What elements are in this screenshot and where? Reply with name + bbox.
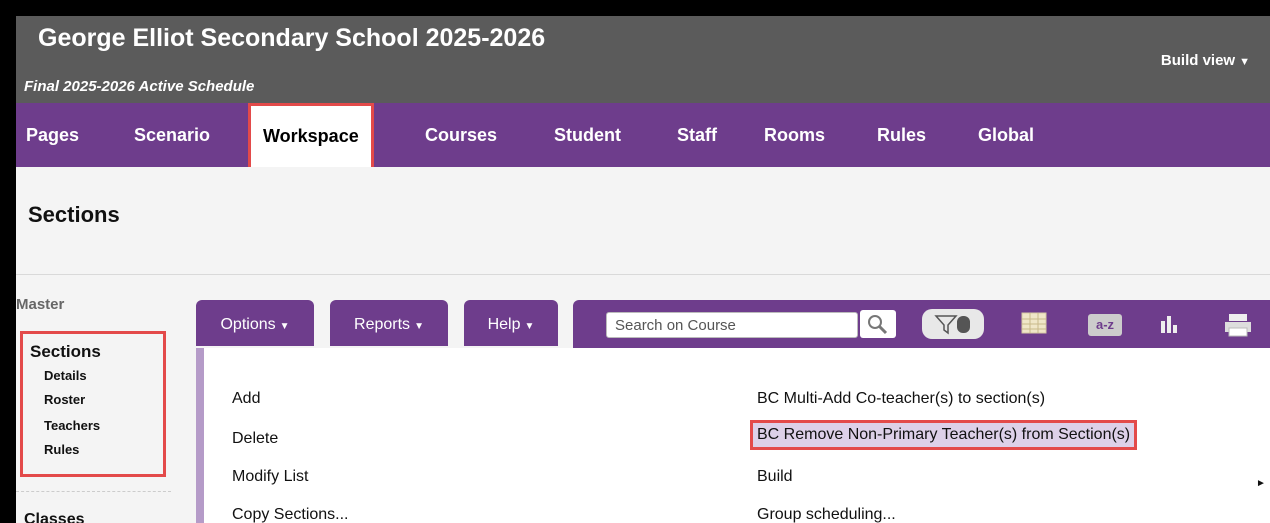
- menu-item-copy-sections[interactable]: Copy Sections...: [232, 506, 349, 523]
- print-icon[interactable]: [1223, 313, 1253, 342]
- sidebar-sections-group: Sections Details Roster Teachers Rules: [20, 331, 166, 477]
- sidebar-item-teachers[interactable]: Teachers: [44, 418, 100, 433]
- app-frame: George Elliot Secondary School 2025-2026…: [16, 16, 1270, 523]
- nav-workspace[interactable]: Workspace: [248, 103, 374, 173]
- main-nav: Pages Scenario Workspace Courses Student…: [16, 103, 1270, 173]
- sidebar-master-label: Master: [16, 296, 65, 313]
- menu-accent-bar: [196, 348, 204, 523]
- schedule-subtitle: Final 2025-2026 Active Schedule: [24, 78, 255, 95]
- menu-item-build[interactable]: Build: [757, 468, 793, 486]
- help-button[interactable]: Help ▼: [464, 300, 558, 346]
- nav-staff[interactable]: Staff: [677, 103, 717, 167]
- sidebar-item-details[interactable]: Details: [44, 368, 87, 383]
- menu-item-multi-add-coteacher[interactable]: BC Multi-Add Co-teacher(s) to section(s): [757, 390, 1045, 408]
- nav-scenario[interactable]: Scenario: [134, 103, 210, 167]
- menu-item-add[interactable]: Add: [232, 390, 260, 408]
- reports-button[interactable]: Reports ▼: [330, 300, 448, 346]
- submenu-arrow-icon: ►: [1256, 478, 1266, 489]
- nav-pages[interactable]: Pages: [26, 103, 79, 167]
- caret-down-icon: ▼: [524, 321, 535, 332]
- grid-view-icon[interactable]: [1021, 312, 1047, 339]
- search-input[interactable]: [606, 312, 858, 338]
- sidebar-sections-title[interactable]: Sections: [30, 342, 101, 362]
- sidebar-divider: [16, 491, 171, 492]
- menu-item-remove-non-primary-teacher[interactable]: BC Remove Non-Primary Teacher(s) from Se…: [750, 420, 1138, 450]
- caret-down-icon: ▼: [1239, 56, 1250, 68]
- nav-student[interactable]: Student: [554, 103, 621, 167]
- sidebar-item-rules[interactable]: Rules: [44, 442, 79, 457]
- search-button[interactable]: [860, 310, 896, 338]
- menu-item-delete[interactable]: Delete: [232, 430, 278, 448]
- page-header: Sections: [16, 167, 1270, 275]
- build-view-label: Build view: [1160, 52, 1236, 69]
- menu-item-group-scheduling[interactable]: Group scheduling...: [757, 506, 896, 523]
- nav-rules[interactable]: Rules: [877, 103, 926, 167]
- nav-courses[interactable]: Courses: [425, 103, 497, 167]
- app-header: George Elliot Secondary School 2025-2026…: [16, 16, 1270, 103]
- sidebar-item-roster[interactable]: Roster: [44, 392, 85, 407]
- toolbar-tools: a-z: [573, 300, 1270, 348]
- build-view-dropdown[interactable]: Build view ▼: [1161, 52, 1250, 69]
- page-title: Sections: [28, 202, 120, 227]
- help-label: Help: [487, 316, 521, 333]
- search-icon: [868, 315, 888, 335]
- menu-item-modify-list[interactable]: Modify List: [232, 468, 308, 486]
- sidebar-classes-title[interactable]: Classes: [24, 511, 85, 523]
- nav-global[interactable]: Global: [978, 103, 1034, 167]
- sort-az-icon[interactable]: a-z: [1088, 314, 1122, 336]
- caret-down-icon: ▼: [414, 321, 424, 332]
- filter-toggle[interactable]: [922, 309, 984, 339]
- filter-icon: [934, 315, 970, 335]
- options-button[interactable]: Options ▼: [196, 300, 314, 346]
- toolbar: Options ▼ Reports ▼ Help ▼ Search on Cou…: [196, 298, 1270, 348]
- options-menu: Add Delete Modify List Copy Sections... …: [196, 348, 1270, 523]
- reports-label: Reports: [354, 316, 411, 333]
- chart-bars-icon[interactable]: [1158, 313, 1180, 340]
- school-title: George Elliot Secondary School 2025-2026: [38, 24, 546, 52]
- options-label: Options: [220, 316, 276, 333]
- caret-down-icon: ▼: [279, 321, 290, 332]
- nav-rooms[interactable]: Rooms: [764, 103, 825, 167]
